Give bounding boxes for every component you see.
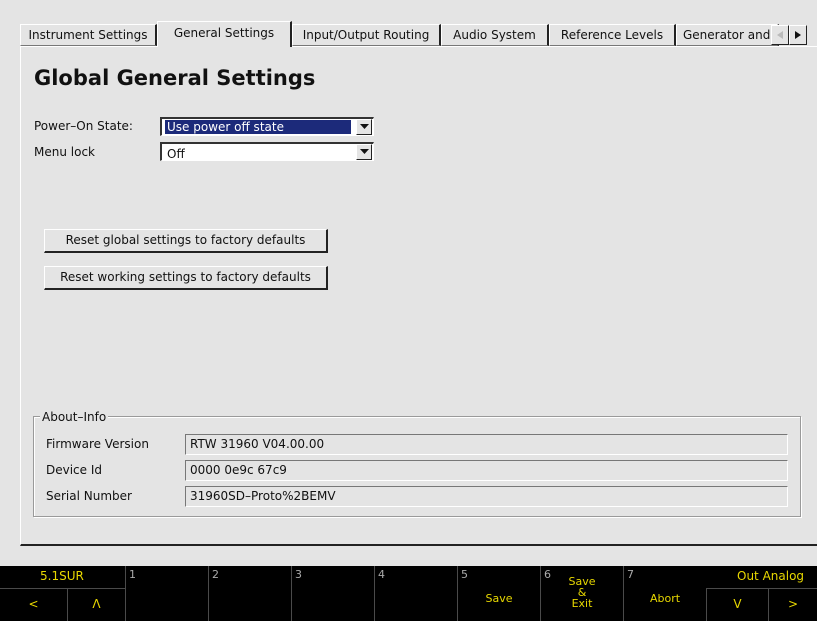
serial-number-field: 31960SD–Proto%2BEMV: [185, 486, 788, 507]
output-label: Out Analog: [737, 569, 805, 583]
reset-working-settings-button[interactable]: Reset working settings to factory defaul…: [44, 266, 328, 290]
softkey-number: 4: [378, 568, 385, 581]
device-id-label: Device Id: [46, 463, 103, 477]
softkey-7-abort[interactable]: 7 Abort: [623, 566, 706, 621]
softkey-label: Save & Exit: [568, 575, 596, 610]
about-info-title: About–Info: [40, 410, 109, 424]
serial-number-label: Serial Number: [46, 489, 132, 503]
menu-lock-label: Menu lock: [34, 145, 95, 159]
softkey-up-button[interactable]: Λ: [67, 588, 125, 621]
tab-generator-and[interactable]: Generator and S: [676, 24, 779, 46]
tab-audio-system[interactable]: Audio System: [441, 24, 549, 46]
tab-bar: Instrument Settings General Settings Inp…: [20, 20, 817, 47]
firmware-version-field: RTW 31960 V04.00.00: [185, 434, 788, 455]
device-id-field: 0000 0e9c 67c9: [185, 460, 788, 481]
softkey-2[interactable]: 2: [208, 566, 291, 621]
firmware-version-label: Firmware Version: [46, 437, 149, 451]
power-on-state-dropdown[interactable]: Use power off state: [160, 117, 374, 136]
softkey-left-button[interactable]: <: [0, 588, 67, 621]
softkey-label: Abort: [649, 592, 681, 605]
softkey-label: Save: [485, 592, 513, 605]
softkey-right-button[interactable]: >: [768, 588, 817, 621]
mode-label: 5.1SUR: [40, 569, 84, 583]
softkey-3[interactable]: 3: [291, 566, 374, 621]
softkey-number: 2: [212, 568, 219, 581]
reset-global-settings-button[interactable]: Reset global settings to factory default…: [44, 229, 328, 253]
app-root: Instrument Settings General Settings Inp…: [0, 0, 817, 621]
page-title: Global General Settings: [34, 66, 316, 90]
softkey-number: 1: [129, 568, 136, 581]
power-on-state-label: Power–On State:: [34, 119, 133, 133]
softkey-number: 5: [461, 568, 468, 581]
softkey-number: 7: [627, 568, 634, 581]
chevron-down-icon[interactable]: [356, 119, 372, 135]
tab-reference-levels[interactable]: Reference Levels: [549, 24, 676, 46]
softkey-1[interactable]: 1: [125, 566, 208, 621]
softkey-6-save-exit[interactable]: 6 Save & Exit: [540, 566, 623, 621]
softkey-5-save[interactable]: 5 Save: [457, 566, 540, 621]
softkey-4[interactable]: 4: [374, 566, 457, 621]
triangle-right-icon: [795, 31, 801, 39]
softkey-down-button[interactable]: V: [706, 588, 768, 621]
scroll-left-button[interactable]: [771, 25, 789, 45]
power-on-state-value: Use power off state: [165, 120, 351, 134]
scroll-right-button[interactable]: [789, 25, 807, 45]
chevron-down-icon[interactable]: [356, 144, 372, 160]
menu-lock-value: Off: [167, 147, 185, 161]
tab-instrument-settings[interactable]: Instrument Settings: [20, 24, 157, 46]
menu-lock-dropdown[interactable]: Off: [160, 142, 374, 161]
tab-general-settings[interactable]: General Settings: [157, 21, 292, 47]
tab-input-output-routing[interactable]: Input/Output Routing: [292, 24, 441, 46]
softkey-number: 3: [295, 568, 302, 581]
triangle-left-icon: [777, 31, 783, 39]
